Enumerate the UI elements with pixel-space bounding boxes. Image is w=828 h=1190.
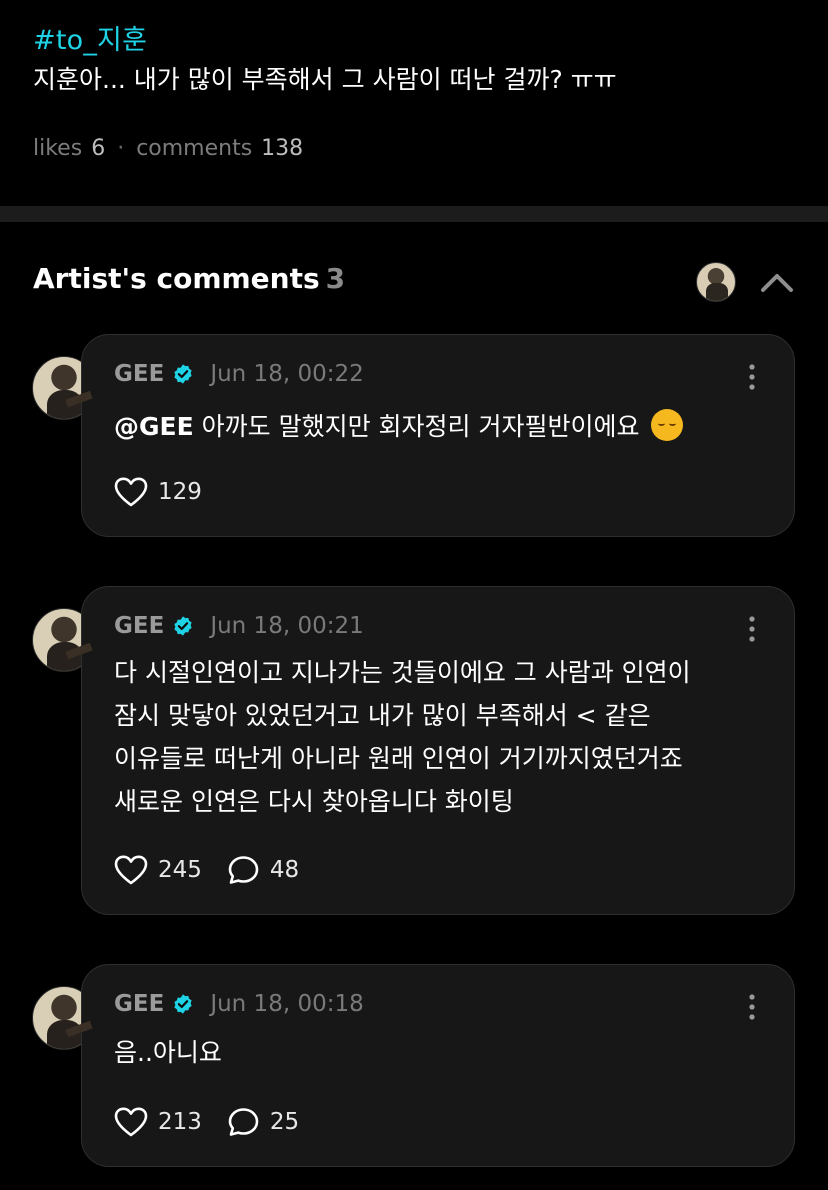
comment-author[interactable]: GEE	[114, 991, 164, 1017]
mention-link[interactable]: @GEE	[114, 412, 194, 441]
comment-card: GEE Jun 18, 00:18 음..아니요 213 25	[81, 964, 795, 1167]
comment-text-line: 이유들로 떠난게 아니라 원래 인연이 거기까지였던거죠	[114, 744, 683, 773]
comment-meta: GEE Jun 18, 00:18	[114, 991, 364, 1017]
reply-button[interactable]: 25	[228, 1107, 299, 1137]
comment-bubble-icon	[228, 856, 259, 884]
more-vertical-icon[interactable]	[748, 993, 756, 1021]
pensive-face-icon	[651, 409, 684, 441]
comment-body: @GEE 아까도 말했지만 회자정리 거자필반이에요	[114, 405, 774, 448]
comment-author[interactable]: GEE	[114, 613, 164, 639]
like-button[interactable]: 245	[114, 855, 202, 885]
heart-icon	[114, 1107, 148, 1137]
comment-text: 아까도 말했지만 회자정리 거자필반이에요	[201, 412, 640, 441]
comment-date: Jun 18, 00:18	[210, 991, 364, 1017]
comment-card: GEE Jun 18, 00:21 다 시절인연이고 지나가는 것들이에요 그 …	[81, 586, 795, 915]
more-vertical-icon[interactable]	[748, 615, 756, 643]
more-vertical-icon[interactable]	[748, 363, 756, 391]
artist-avatar[interactable]	[696, 262, 736, 302]
artist-comments-header: Artist's comments 3	[33, 262, 795, 302]
reply-count: 25	[269, 1109, 300, 1135]
verified-badge-icon	[174, 616, 192, 636]
like-button[interactable]: 129	[114, 477, 202, 507]
stats-separator: ·	[117, 136, 125, 161]
comment-actions: 245 48	[114, 855, 325, 885]
section-divider	[0, 206, 828, 222]
artist-comments-title-text: Artist's comments	[33, 262, 320, 295]
reply-count: 48	[269, 857, 300, 883]
chevron-up-icon[interactable]	[759, 266, 795, 298]
artist-comments-count: 3	[325, 262, 346, 295]
comment-card: GEE Jun 18, 00:22 @GEE 아까도 말했지만 회자정리 거자필…	[81, 334, 795, 537]
comment-body: 음..아니요	[114, 1031, 774, 1074]
comment-text-line: 새로운 인연은 다시 찾아옵니다 화이팅	[114, 787, 514, 816]
likes-label[interactable]: likes	[33, 136, 82, 161]
post: #to_지훈 지훈아... 내가 많이 부족해서 그 사람이 떠난 걸까? ㅠㅠ…	[0, 0, 828, 206]
likes-count[interactable]: 6	[91, 136, 105, 161]
like-button[interactable]: 213	[114, 1107, 202, 1137]
comment-meta: GEE Jun 18, 00:22	[114, 361, 364, 387]
verified-badge-icon	[174, 364, 192, 384]
comment-body: 다 시절인연이고 지나가는 것들이에요 그 사람과 인연이 잠시 맞닿아 있었던…	[114, 651, 774, 823]
comment-text-line: 다 시절인연이고 지나가는 것들이에요 그 사람과 인연이	[114, 658, 691, 687]
comments-count[interactable]: 138	[261, 136, 303, 161]
comment-author[interactable]: GEE	[114, 361, 164, 387]
post-hashtag[interactable]: #to_지훈	[33, 18, 147, 57]
comment-bubble-icon	[228, 1108, 259, 1136]
artist-comments-title: Artist's comments 3	[33, 262, 795, 295]
comment-meta: GEE Jun 18, 00:21	[114, 613, 364, 639]
comment-date: Jun 18, 00:22	[210, 361, 364, 387]
verified-badge-icon	[174, 994, 192, 1014]
heart-icon	[114, 855, 148, 885]
like-count: 245	[158, 857, 202, 883]
like-count: 213	[158, 1109, 202, 1135]
post-text: 지훈아... 내가 많이 부족해서 그 사람이 떠난 걸까? ㅠㅠ	[33, 65, 617, 94]
comment-actions: 129	[114, 477, 228, 507]
comment-text-line: 잠시 맞닿아 있었던거고 내가 많이 부족해서 < 같은	[114, 701, 651, 730]
comment-actions: 213 25	[114, 1107, 325, 1137]
reply-button[interactable]: 48	[228, 855, 299, 885]
comment-text: 음..아니요	[114, 1038, 222, 1067]
heart-icon	[114, 477, 148, 507]
post-stats: likes 6 · comments 138	[33, 136, 303, 161]
like-count: 129	[158, 479, 202, 505]
comments-label[interactable]: comments	[136, 136, 252, 161]
comment-date: Jun 18, 00:21	[210, 613, 364, 639]
